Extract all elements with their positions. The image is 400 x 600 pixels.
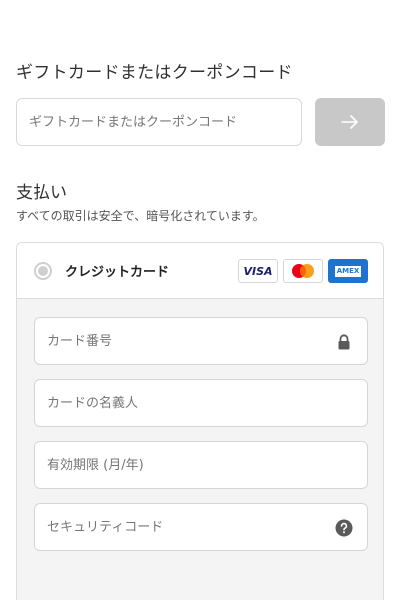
security-code-input[interactable] [35,504,367,550]
gift-card-title: ギフトカードまたはクーポンコード [16,63,293,83]
arrow-right-icon [341,115,358,129]
amex-logo: AMEX [328,259,368,283]
amex-logo-text: AMEX [334,265,362,277]
credit-card-form [17,299,383,600]
card-name-input[interactable] [35,380,367,426]
payment-heading: 支払い [16,183,67,203]
credit-card-label: クレジットカード [65,265,170,280]
payment-security-note: すべての取引は安全で、暗号化されています。 [16,209,265,223]
card-number-input[interactable] [35,318,367,364]
card-name-field [34,379,368,427]
credit-card-option[interactable]: クレジットカード VISA AMEX [17,243,383,299]
payment-method-box: クレジットカード VISA AMEX [16,242,384,600]
mastercard-logo [283,259,323,283]
gift-card-input[interactable] [16,98,302,146]
checkout-page: ギフトカードまたはクーポンコード 支払い すべての取引は安全で、暗号化されていま… [0,0,400,600]
visa-logo-text: VISA [243,264,273,278]
lock-icon [338,334,350,350]
security-code-field [34,503,368,551]
mastercard-icon [292,264,314,278]
apply-code-button[interactable] [315,98,385,146]
credit-card-radio[interactable] [34,262,52,280]
expiry-input[interactable] [35,442,367,488]
card-number-field [34,317,368,365]
help-icon[interactable] [335,519,353,537]
visa-logo: VISA [238,259,278,283]
expiry-field [34,441,368,489]
